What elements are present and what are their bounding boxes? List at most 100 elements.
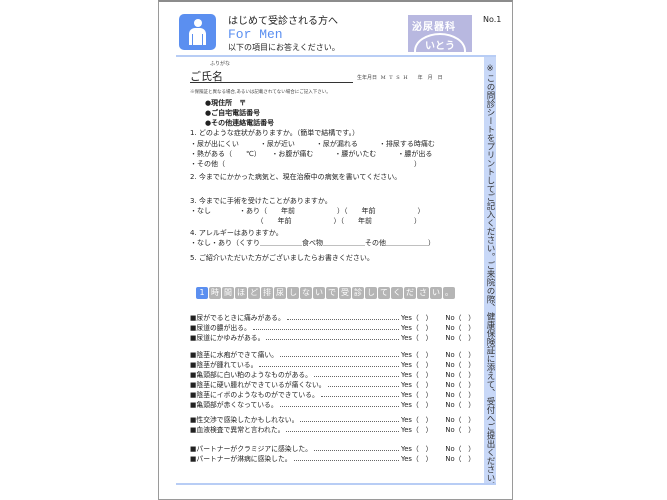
no-checkbox[interactable]: No（ ） <box>445 414 475 424</box>
question-4: 4. アレルギーはありますか。 <box>190 229 283 237</box>
checklist-item: ■パートナーが淋病に感染した。 Yes（ ） No（ ） <box>190 453 475 463</box>
no-urination-banner: 1 時間ほど排尿しないで受診してください。 <box>196 287 455 299</box>
yes-checkbox[interactable]: Yes（ ） <box>401 332 432 342</box>
man-icon <box>179 14 216 50</box>
yes-checkbox[interactable]: Yes（ ） <box>401 369 432 379</box>
form-title: はじめて受診される方へ <box>228 16 338 27</box>
no-checkbox[interactable]: No（ ） <box>445 399 475 409</box>
yes-checkbox[interactable]: Yes（ ） <box>401 453 432 463</box>
home-phone-label: ●ご自宅電話番号 <box>205 109 261 117</box>
checklist-item-label: ■陰茎に硬い腫れができているが痛くない。 <box>190 381 326 389</box>
checklist-item-label: ■パートナーが淋病に感染した。 <box>190 455 292 463</box>
no-checkbox[interactable]: No（ ） <box>445 349 475 359</box>
yes-checkbox[interactable]: Yes（ ） <box>401 443 432 453</box>
dot-leader <box>313 372 399 377</box>
dot-leader <box>286 315 399 320</box>
banner-char: 尿 <box>274 287 286 299</box>
banner-char: 1 <box>196 287 208 299</box>
checklist-item-label: ■陰茎にイボのようなものができている。 <box>190 391 319 399</box>
banner-char: く <box>391 287 403 299</box>
banner-char: 受 <box>339 287 351 299</box>
checklist-item: ■陰茎にイボのようなものができている。 Yes（ ） No（ ） <box>190 389 475 399</box>
dot-leader <box>279 352 399 357</box>
furigana-label: ふりがな <box>210 61 231 67</box>
question-3: 3. 今までに手術を受けたことがありますか。 <box>190 197 332 205</box>
banner-char: し <box>287 287 299 299</box>
footer-divider <box>176 483 496 485</box>
checklist-item: ■尿道にかゆみがある。 Yes（ ） No（ ） <box>190 332 475 342</box>
checklist-item-label: ■血液検査で異常と言われた。 <box>190 426 285 434</box>
banner-char: 時 <box>209 287 221 299</box>
checklist-item: ■亀頭部に白い粕のようなものがある。 Yes（ ） No（ ） <box>190 369 475 379</box>
yes-checkbox[interactable]: Yes（ ） <box>401 379 432 389</box>
no-checkbox[interactable]: No（ ） <box>445 424 475 434</box>
no-checkbox[interactable]: No（ ） <box>445 443 475 453</box>
question-1-options: ・尿が出にくい ・尿が近い ・尿が漏れる ・排尿する時痛む <box>190 140 435 148</box>
checklist-item-label: ■尿がでるときに痛みがある。 <box>190 314 285 322</box>
banner-char: い <box>430 287 442 299</box>
checklist-item-label: ■尿道にかゆみがある。 <box>190 334 265 342</box>
dot-leader <box>266 335 399 340</box>
banner-char: 。 <box>443 287 455 299</box>
yes-checkbox[interactable]: Yes（ ） <box>401 389 432 399</box>
address-label: ●現住所 〒 <box>205 99 247 107</box>
logo-bottom-text: いとう <box>425 41 455 52</box>
question-1-options: ・熱がある（ ℃） ・お腹が痛む ・腰がいたむ ・膿が出る <box>190 150 433 158</box>
no-checkbox[interactable]: No（ ） <box>445 389 475 399</box>
yes-checkbox[interactable]: Yes（ ） <box>401 399 432 409</box>
clinic-logo: 泌尿器科 いとう <box>408 15 472 52</box>
banner-char: 排 <box>261 287 273 299</box>
question-1-other: ・その他（ ） <box>190 160 421 168</box>
question-1: 1. どのような症状がありますか。（簡単で結構です。） <box>190 129 360 137</box>
checklist-item-label: ■亀頭部に白い粕のようなものがある。 <box>190 371 312 379</box>
banner-char: し <box>365 287 377 299</box>
yes-checkbox[interactable]: Yes（ ） <box>401 424 432 434</box>
header-divider <box>176 55 496 57</box>
checklist-item: ■亀頭部が赤くなっている。 Yes（ ） No（ ） <box>190 399 475 409</box>
checklist-item: ■性交渉で感染したかもしれない。 Yes（ ） No（ ） <box>190 414 475 424</box>
checklist-item: ■血液検査で異常と言われた。 Yes（ ） No（ ） <box>190 424 475 434</box>
other-phone-label: ●その他連絡電話番号 <box>205 119 275 127</box>
dot-leader <box>327 382 399 387</box>
no-checkbox[interactable]: No（ ） <box>445 453 475 463</box>
dot-leader <box>259 362 399 367</box>
side-note: ※この問診シートをプリントしてご記入ください。ご来院の際、健康保険証に添えて、受… <box>485 64 495 491</box>
checklist-item: ■陰茎が腫れている。 Yes（ ） No（ ） <box>190 359 475 369</box>
page-number: No.1 <box>483 15 502 24</box>
banner-char: だ <box>404 287 416 299</box>
banner-char: て <box>378 287 390 299</box>
insurance-note: ※保険証と異なる場合,あるいは記載されてない場合にご記入下さい。 <box>190 90 331 95</box>
yes-checkbox[interactable]: Yes（ ） <box>401 359 432 369</box>
dot-leader <box>300 417 399 422</box>
dot-leader <box>320 392 399 397</box>
banner-char: さ <box>417 287 429 299</box>
yes-checkbox[interactable]: Yes（ ） <box>401 322 432 332</box>
no-checkbox[interactable]: No（ ） <box>445 332 475 342</box>
dot-leader <box>313 446 399 451</box>
checklist-item: ■陰茎に硬い腫れができているが痛くない。 Yes（ ） No（ ） <box>190 379 475 389</box>
yes-checkbox[interactable]: Yes（ ） <box>401 414 432 424</box>
checklist-item-label: ■パートナーがクラミジアに感染した。 <box>190 445 312 453</box>
no-checkbox[interactable]: No（ ） <box>445 359 475 369</box>
yes-checkbox[interactable]: Yes（ ） <box>401 349 432 359</box>
no-checkbox[interactable]: No（ ） <box>445 322 475 332</box>
dot-leader <box>286 427 399 432</box>
name-field[interactable] <box>190 82 353 83</box>
banner-char: ほ <box>235 287 247 299</box>
logo-top-text: 泌尿器科 <box>412 22 456 33</box>
checklist-item-label: ■陰茎に水疱ができて痛い。 <box>190 351 278 359</box>
no-checkbox[interactable]: No（ ） <box>445 379 475 389</box>
checklist-item-label: ■性交渉で感染したかもしれない。 <box>190 416 299 424</box>
checklist-item: ■尿がでるときに痛みがある。 Yes（ ） No（ ） <box>190 312 475 322</box>
question-3-options: （ 年前 ）（ 年前 ） <box>190 217 421 225</box>
banner-char: い <box>313 287 325 299</box>
checklist-item-label: ■亀頭部が赤くなっている。 <box>190 401 278 409</box>
banner-char: 診 <box>352 287 364 299</box>
banner-char: で <box>326 287 338 299</box>
dot-leader <box>293 456 399 461</box>
dot-leader <box>279 402 399 407</box>
question-4-options: ・なし・あり（くすり＿＿＿＿＿＿食べ物＿＿＿＿＿＿その他＿＿＿＿＿＿） <box>190 239 435 247</box>
no-checkbox[interactable]: No（ ） <box>445 369 475 379</box>
no-checkbox[interactable]: No（ ） <box>445 312 475 322</box>
yes-checkbox[interactable]: Yes（ ） <box>401 312 432 322</box>
